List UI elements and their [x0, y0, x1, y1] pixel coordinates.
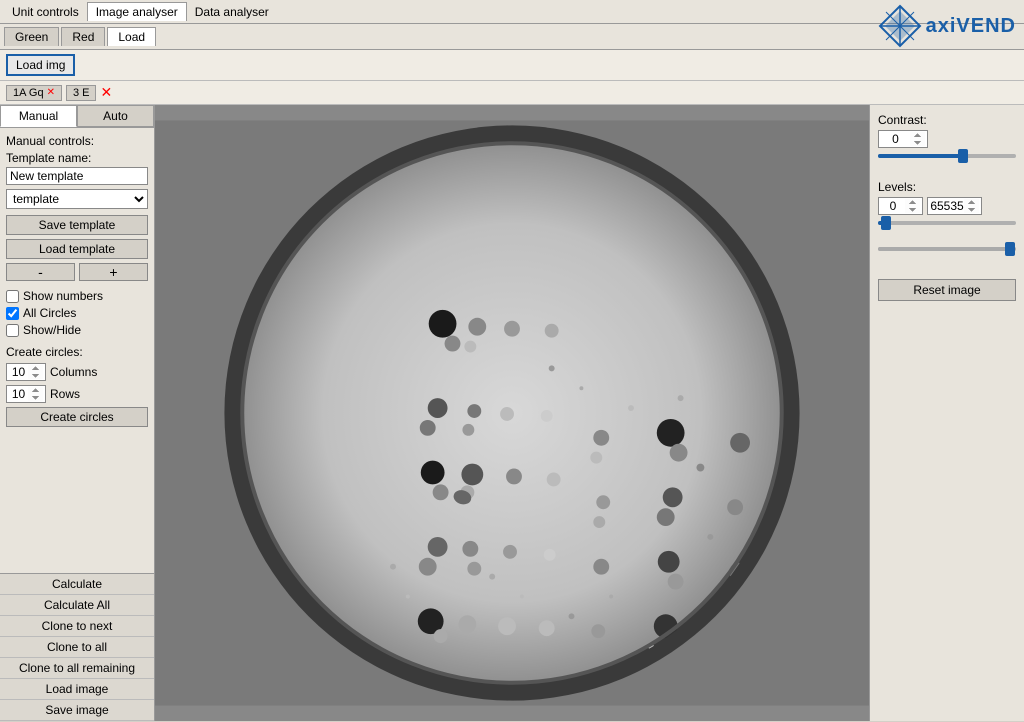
rows-input[interactable]: [6, 385, 46, 403]
bottom-buttons: Calculate Calculate All Clone to next Cl…: [0, 573, 154, 721]
template-name-label: Template name:: [6, 151, 148, 165]
session-close-button[interactable]: ✕: [100, 84, 112, 101]
levels-max-input[interactable]: [927, 197, 982, 215]
tab-green[interactable]: Green: [4, 27, 59, 46]
logo-area: axiVEND: [878, 4, 1016, 48]
load-img-row: Load img: [0, 50, 1024, 81]
session-tab-2-label: 3 E: [73, 87, 90, 99]
logo-icon: [878, 4, 922, 48]
plusminus-row: - +: [6, 263, 148, 281]
contrast-slider-thumb[interactable]: [958, 149, 968, 163]
microscope-image: [155, 105, 869, 721]
contrast-spin-row: [878, 130, 1016, 148]
clone-to-next-button[interactable]: Clone to next: [0, 616, 154, 637]
tab-load[interactable]: Load: [107, 27, 156, 46]
controls-label: Manual controls:: [6, 134, 148, 148]
load-img-button[interactable]: Load img: [6, 54, 75, 76]
left-panel: Manual Auto Manual controls: Template na…: [0, 105, 155, 721]
save-template-button[interactable]: Save template: [6, 215, 148, 235]
show-hide-checkbox[interactable]: [6, 324, 19, 337]
show-numbers-label: Show numbers: [23, 289, 103, 303]
session-row: 1A Gq ✕ 3 E ✕: [0, 81, 1024, 105]
plus-button[interactable]: +: [79, 263, 148, 281]
menu-data-analyser[interactable]: Data analyser: [187, 3, 277, 21]
create-circles-button[interactable]: Create circles: [6, 407, 148, 427]
calculate-button[interactable]: Calculate: [0, 574, 154, 595]
menu-bar: Unit controls Image analyser Data analys…: [0, 0, 1024, 24]
tab-manual[interactable]: Manual: [0, 105, 77, 127]
session-tab-2[interactable]: 3 E: [66, 85, 97, 101]
levels-min-slider-track: [878, 221, 1016, 225]
show-hide-row: Show/Hide: [6, 323, 148, 337]
columns-row: Columns: [6, 363, 148, 381]
rows-row: Rows: [6, 385, 148, 403]
load-image-button[interactable]: Load image: [0, 679, 154, 700]
levels-spin-row: [878, 197, 1016, 215]
levels-max-thumb[interactable]: [1005, 242, 1015, 256]
show-numbers-row: Show numbers: [6, 289, 148, 303]
levels-max-slider-track: [878, 247, 1016, 251]
all-circles-row: All Circles: [6, 306, 148, 320]
session-tab-1[interactable]: 1A Gq ✕: [6, 85, 62, 101]
levels-min-input[interactable]: [878, 197, 923, 215]
controls-area: Manual controls: Template name: template…: [0, 128, 154, 573]
contrast-input[interactable]: [878, 130, 928, 148]
main-layout: Manual Auto Manual controls: Template na…: [0, 105, 1024, 721]
calculate-all-button[interactable]: Calculate All: [0, 595, 154, 616]
reset-image-button[interactable]: Reset image: [878, 279, 1016, 301]
tab-red[interactable]: Red: [61, 27, 105, 46]
levels-max-fill: [878, 247, 1016, 251]
columns-input[interactable]: [6, 363, 46, 381]
show-hide-label: Show/Hide: [23, 323, 81, 337]
template-dropdown[interactable]: template: [6, 189, 148, 209]
load-template-button[interactable]: Load template: [6, 239, 148, 259]
main-tabs: Green Red Load: [0, 24, 1024, 50]
all-circles-label: All Circles: [23, 306, 76, 320]
tab-auto[interactable]: Auto: [77, 105, 154, 127]
levels-min-slider-container: [878, 221, 1016, 237]
create-circles-label: Create circles:: [6, 345, 148, 359]
rows-label: Rows: [50, 387, 80, 401]
menu-unit-controls[interactable]: Unit controls: [4, 3, 87, 21]
image-area: [155, 105, 869, 721]
levels-max-slider-container: [878, 247, 1016, 263]
save-image-button[interactable]: Save image: [0, 700, 154, 721]
clone-to-all-remaining-button[interactable]: Clone to all remaining: [0, 658, 154, 679]
contrast-slider-fill: [878, 154, 964, 158]
logo-text: axiVEND: [926, 15, 1016, 38]
session-tab-1-label: 1A Gq: [13, 87, 44, 99]
contrast-label: Contrast:: [878, 113, 1016, 127]
show-numbers-checkbox[interactable]: [6, 290, 19, 303]
all-circles-checkbox[interactable]: [6, 307, 19, 320]
menu-image-analyser[interactable]: Image analyser: [87, 2, 187, 21]
contrast-slider-container: [878, 154, 1016, 170]
columns-label: Columns: [50, 365, 97, 379]
contrast-slider-track: [878, 154, 1016, 158]
template-name-input[interactable]: [6, 167, 148, 185]
session-tab-1-close[interactable]: ✕: [47, 87, 55, 98]
panel-tabs: Manual Auto: [0, 105, 154, 128]
right-panel: Contrast: Levels:: [869, 105, 1024, 721]
clone-to-all-button[interactable]: Clone to all: [0, 637, 154, 658]
levels-label: Levels:: [878, 180, 1016, 194]
levels-min-thumb[interactable]: [881, 216, 891, 230]
minus-button[interactable]: -: [6, 263, 75, 281]
